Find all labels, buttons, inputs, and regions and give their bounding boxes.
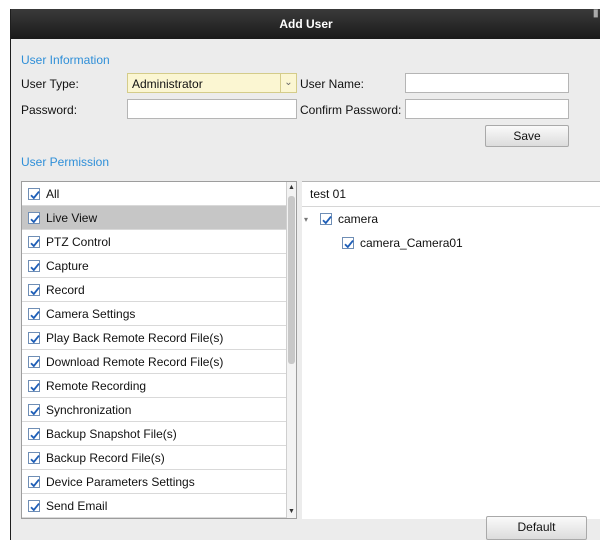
- permission-item[interactable]: Send Email: [22, 494, 288, 518]
- permission-label: Backup Snapshot File(s): [46, 426, 177, 441]
- permission-item[interactable]: All: [22, 182, 288, 206]
- permission-label: Remote Recording: [46, 378, 147, 393]
- permission-checkbox[interactable]: [28, 187, 40, 200]
- permission-checkbox[interactable]: [28, 283, 40, 296]
- user-type-select[interactable]: Administrator ⌄: [127, 73, 297, 93]
- default-button[interactable]: Default: [486, 516, 587, 540]
- permission-label: Backup Record File(s): [46, 450, 165, 465]
- permission-label: Play Back Remote Record File(s): [46, 330, 224, 345]
- permission-checkbox[interactable]: [28, 403, 40, 416]
- dialog-title: Add User: [279, 17, 333, 31]
- password-input[interactable]: [127, 99, 297, 119]
- user-name-input[interactable]: [405, 73, 569, 93]
- confirm-password-label: Confirm Password:: [300, 103, 402, 117]
- tree-child-camera01[interactable]: camera_Camera01: [342, 231, 463, 255]
- permission-item[interactable]: Backup Record File(s): [22, 446, 288, 470]
- scroll-up-icon[interactable]: ▲: [287, 183, 296, 193]
- permission-label: Capture: [46, 258, 89, 273]
- device-tree: test 01 ▾ camera camera_Camera01: [302, 181, 600, 519]
- permission-checkbox[interactable]: [28, 379, 40, 392]
- chevron-down-icon[interactable]: ⌄: [280, 74, 296, 92]
- permission-checkbox[interactable]: [28, 307, 40, 320]
- tree-root[interactable]: test 01: [310, 182, 346, 206]
- user-type-value: Administrator: [132, 77, 203, 91]
- permission-checkbox[interactable]: [28, 211, 40, 224]
- permission-label: Live View: [46, 210, 98, 225]
- permission-item[interactable]: Live View: [22, 206, 288, 230]
- permission-item[interactable]: Synchronization: [22, 398, 288, 422]
- expand-arrow-icon[interactable]: ▾: [304, 215, 314, 224]
- permission-label: Camera Settings: [46, 306, 136, 321]
- permission-label: All: [46, 186, 60, 201]
- title-bar: Add User ▮: [11, 9, 600, 39]
- permission-checkbox[interactable]: [28, 331, 40, 344]
- permission-label: PTZ Control: [46, 234, 111, 249]
- permission-checkbox[interactable]: [28, 475, 40, 488]
- tree-group-label: camera: [338, 212, 379, 226]
- permission-item[interactable]: Download Remote Record File(s): [22, 350, 288, 374]
- permission-item[interactable]: Remote Recording: [22, 374, 288, 398]
- add-user-dialog: Add User ▮ User Information User Type: A…: [10, 9, 600, 540]
- permission-checkbox[interactable]: [28, 499, 40, 512]
- scroll-thumb[interactable]: [288, 196, 295, 364]
- permission-item[interactable]: Backup Snapshot File(s): [22, 422, 288, 446]
- scroll-down-icon[interactable]: ▼: [287, 507, 296, 517]
- user-type-label: User Type:: [21, 77, 79, 91]
- password-label: Password:: [21, 103, 78, 117]
- permission-label: Record: [46, 282, 85, 297]
- tree-group-checkbox[interactable]: [320, 213, 332, 225]
- permission-item[interactable]: Camera Settings: [22, 302, 288, 326]
- permission-label: Download Remote Record File(s): [46, 354, 224, 369]
- tree-group-camera[interactable]: ▾ camera: [304, 207, 378, 231]
- permission-checkbox[interactable]: [28, 451, 40, 464]
- permission-item[interactable]: PTZ Control: [22, 230, 288, 254]
- tree-child-label: camera_Camera01: [360, 236, 463, 250]
- permission-label: Synchronization: [46, 402, 132, 417]
- permission-item[interactable]: Record: [22, 278, 288, 302]
- tree-child-checkbox[interactable]: [342, 237, 354, 249]
- permission-label: Device Parameters Settings: [46, 474, 195, 489]
- permission-scrollbar[interactable]: ▲ ▼: [286, 182, 296, 518]
- user-name-label: User Name:: [300, 77, 365, 91]
- permission-item[interactable]: Play Back Remote Record File(s): [22, 326, 288, 350]
- permission-checkbox[interactable]: [28, 259, 40, 272]
- save-button[interactable]: Save: [485, 125, 569, 147]
- permission-checkbox[interactable]: [28, 235, 40, 248]
- permission-checkbox[interactable]: [28, 355, 40, 368]
- permission-checkbox[interactable]: [28, 427, 40, 440]
- permission-list: All Live View PTZ Control Capture Record Came…: [21, 181, 297, 519]
- permission-item[interactable]: Capture: [22, 254, 288, 278]
- close-icon[interactable]: ▮: [593, 9, 599, 19]
- tree-root-label: test 01: [310, 187, 347, 201]
- user-permission-heading: User Permission: [21, 155, 110, 169]
- user-information-heading: User Information: [21, 53, 110, 67]
- confirm-password-input[interactable]: [405, 99, 569, 119]
- permission-item[interactable]: Device Parameters Settings: [22, 470, 288, 494]
- permission-label: Send Email: [46, 498, 108, 513]
